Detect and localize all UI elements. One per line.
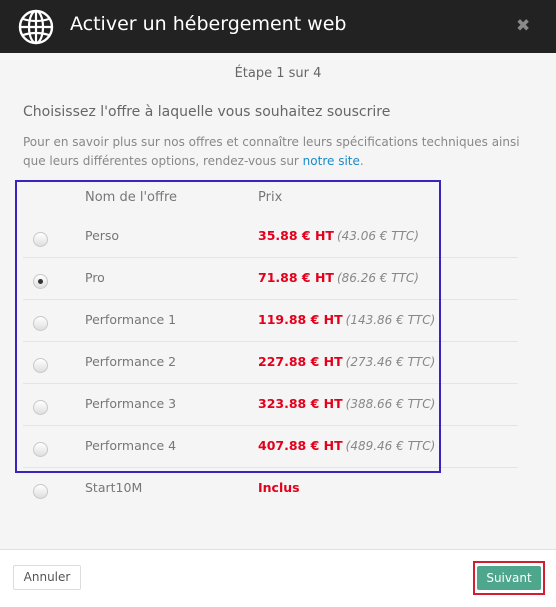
section-heading: Choisissez l'offre à laquelle vous souha… — [23, 104, 391, 120]
price-ttc: (86.26 € TTC) — [336, 271, 419, 285]
price-ttc: (388.66 € TTC) — [345, 397, 436, 411]
offer-price: 407.88 € HT (489.46 € TTC) — [258, 438, 435, 453]
offer-price: Inclus — [258, 480, 303, 495]
price-ht: Inclus — [258, 480, 300, 495]
description-end: . — [359, 154, 364, 168]
price-ht: 407.88 € HT — [258, 438, 343, 453]
offer-row[interactable]: Performance 3 323.88 € HT (388.66 € TTC) — [23, 384, 518, 426]
offer-name: Pro — [85, 270, 105, 285]
price-ht: 323.88 € HT — [258, 396, 343, 411]
dialog-header: Activer un hébergement web ✖ — [0, 0, 556, 53]
radio-button[interactable] — [33, 232, 48, 247]
price-ttc: (489.46 € TTC) — [345, 439, 436, 453]
radio-button[interactable] — [33, 442, 48, 457]
price-ttc: (143.86 € TTC) — [345, 313, 436, 327]
offer-price: 119.88 € HT (143.86 € TTC) — [258, 312, 435, 327]
next-button[interactable]: Suivant — [477, 566, 541, 590]
offer-row[interactable]: Pro 71.88 € HT (86.26 € TTC) — [23, 258, 518, 300]
offer-name: Perso — [85, 228, 120, 243]
cancel-button[interactable]: Annuler — [13, 565, 81, 590]
column-header-price: Prix — [258, 190, 283, 205]
offer-row[interactable]: Start10M Inclus — [23, 468, 518, 510]
dialog-title: Activer un hébergement web — [70, 13, 347, 35]
price-ttc: (43.06 € TTC) — [336, 229, 419, 243]
offer-name: Performance 3 — [85, 396, 177, 411]
step-indicator: Étape 1 sur 4 — [234, 66, 322, 81]
globe-icon — [18, 9, 54, 45]
radio-button[interactable] — [33, 400, 48, 415]
column-header-name: Nom de l'offre — [85, 190, 178, 205]
site-link[interactable]: notre site — [303, 154, 360, 168]
offer-row[interactable]: Performance 2 227.88 € HT (273.46 € TTC) — [23, 342, 518, 384]
price-ht: 227.88 € HT — [258, 354, 343, 369]
price-ht: 119.88 € HT — [258, 312, 343, 327]
offer-price: 71.88 € HT (86.26 € TTC) — [258, 270, 419, 285]
radio-button[interactable] — [33, 316, 48, 331]
offer-price: 323.88 € HT (388.66 € TTC) — [258, 396, 435, 411]
offer-row[interactable]: Perso 35.88 € HT (43.06 € TTC) — [23, 216, 518, 258]
close-icon[interactable]: ✖ — [516, 18, 530, 35]
offer-row[interactable]: Performance 1 119.88 € HT (143.86 € TTC) — [23, 300, 518, 342]
offer-name: Performance 2 — [85, 354, 177, 369]
description: Pour en savoir plus sur nos offres et co… — [23, 133, 533, 171]
price-ht: 35.88 € HT — [258, 228, 334, 243]
offer-name: Performance 1 — [85, 312, 177, 327]
offer-name: Start10M — [85, 480, 143, 495]
price-ht: 71.88 € HT — [258, 270, 334, 285]
radio-button[interactable] — [33, 358, 48, 373]
offer-name: Performance 4 — [85, 438, 177, 453]
radio-button[interactable] — [33, 484, 48, 499]
offer-price: 227.88 € HT (273.46 € TTC) — [258, 354, 435, 369]
offer-row[interactable]: Performance 4 407.88 € HT (489.46 € TTC) — [23, 426, 518, 468]
description-text: Pour en savoir plus sur nos offres et co… — [23, 135, 520, 168]
offer-price: 35.88 € HT (43.06 € TTC) — [258, 228, 419, 243]
radio-button[interactable] — [33, 274, 48, 289]
price-ttc: (273.46 € TTC) — [345, 355, 436, 369]
